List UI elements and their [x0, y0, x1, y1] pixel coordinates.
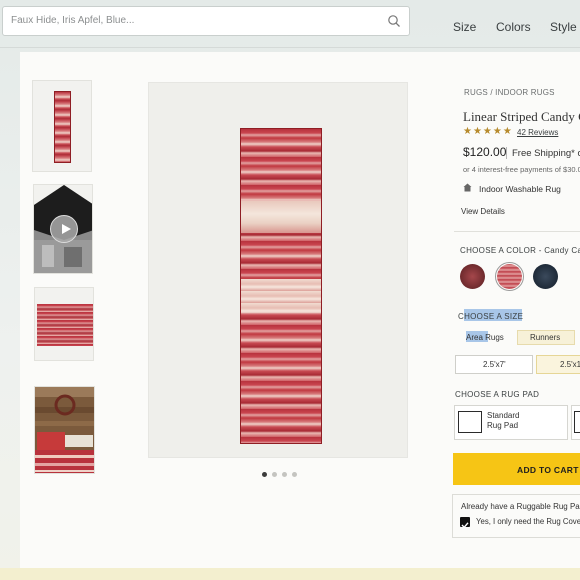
tab-runners-label: Runners — [530, 333, 561, 342]
gallery-dot-4[interactable] — [292, 472, 297, 477]
price: $120.00 — [463, 145, 507, 159]
rug-pad-icon-2 — [574, 411, 580, 433]
rug-pad-icon — [458, 411, 482, 433]
thumbnail-rug-closeup[interactable] — [34, 287, 94, 361]
nav-colors[interactable]: Colors — [496, 20, 531, 34]
add-to-cart-label: ADD TO CART — [517, 465, 579, 475]
thumbnail-rug-1[interactable] — [32, 80, 92, 172]
gallery-dot-1[interactable] — [262, 472, 267, 477]
product-title: Linear Striped Candy C — [463, 109, 580, 124]
divider — [454, 231, 580, 232]
thumbnail-room-scene[interactable] — [34, 386, 95, 474]
room-scene-image — [35, 387, 94, 473]
gallery-dot-2[interactable] — [272, 472, 277, 477]
header-divider — [0, 47, 580, 48]
view-details-link[interactable]: View Details — [461, 207, 505, 216]
swatch-candy-cane[interactable] — [497, 264, 522, 289]
installments-text: or 4 interest-free payments of $30.0 — [463, 165, 580, 174]
washable-icon — [463, 183, 472, 192]
rug-pad-notice-box — [452, 494, 580, 538]
search-bar[interactable]: Faux Hide, Iris Apfel, Blue... — [2, 6, 410, 36]
size-option-1-label: 2.5'x7' — [483, 360, 506, 369]
tab-area-rugs-label: Area Rugs — [466, 333, 504, 342]
gallery-dot-3[interactable] — [282, 472, 287, 477]
swatch-navy[interactable] — [533, 264, 558, 289]
thumbnail-video[interactable] — [33, 184, 93, 274]
breadcrumb[interactable]: RUGS / INDOOR RUGS — [464, 88, 555, 97]
rug-pad-yes-label[interactable]: Yes, I only need the Rug Cove — [476, 517, 580, 526]
thumbnail-rug-image — [54, 91, 71, 163]
search-input[interactable]: Faux Hide, Iris Apfel, Blue... — [11, 15, 134, 26]
play-icon[interactable] — [50, 215, 78, 243]
bottom-band — [0, 568, 580, 580]
checkbox-checked-icon[interactable] — [460, 517, 470, 529]
price-divider — [506, 147, 507, 159]
nav-size[interactable]: Size — [453, 20, 476, 34]
rug-pad-option-label: Standard Rug Pad — [487, 411, 520, 430]
rug-pad-question: Already have a Ruggable Rug Pa — [461, 502, 580, 511]
rug-pad-label: CHOOSE A RUG PAD — [455, 390, 540, 399]
color-label: CHOOSE A COLOR - Candy Cane — [460, 246, 580, 255]
nav-style[interactable]: Style — [550, 20, 577, 34]
shipping-text: Free Shipping* o — [512, 148, 580, 159]
rating-stars-icon: ★★★★★ — [463, 126, 513, 137]
search-icon[interactable] — [387, 14, 401, 28]
swatch-burgundy[interactable] — [460, 264, 485, 289]
reviews-link[interactable]: 42 Reviews — [517, 128, 558, 137]
size-label: CHOOSE A SIZE — [458, 312, 524, 321]
size-option-2-label: 2.5'x1 — [560, 360, 580, 369]
closeup-rug-image — [37, 304, 93, 346]
feature-washable: Indoor Washable Rug — [479, 184, 561, 194]
main-rug-image — [240, 128, 322, 444]
